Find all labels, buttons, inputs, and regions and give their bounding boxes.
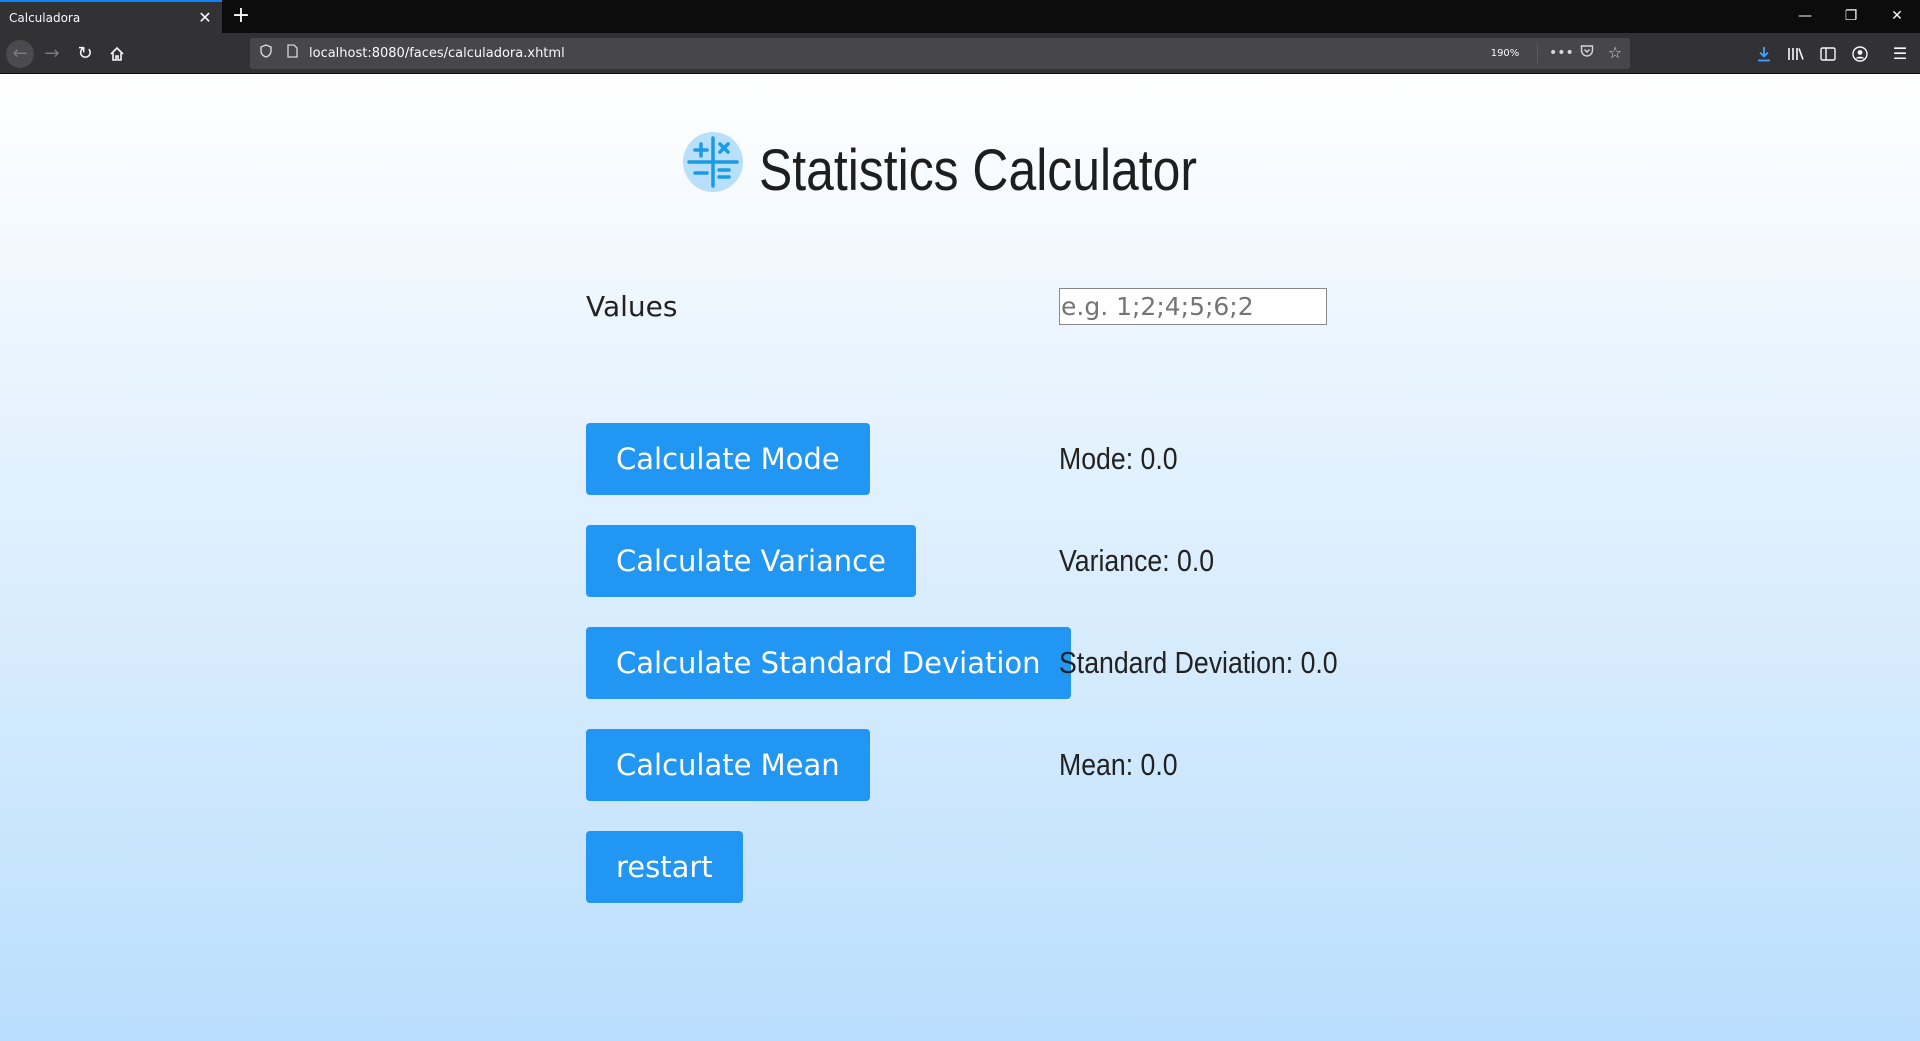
zoom-badge[interactable]: 190%	[1483, 44, 1527, 64]
hamburger-icon[interactable]: ☰	[1886, 40, 1914, 68]
reload-icon[interactable]: ↻	[71, 40, 99, 68]
calculate-standard-deviation-button[interactable]: Calculate Standard Deviation	[586, 627, 1071, 699]
arrow-right-icon[interactable]: →	[38, 40, 66, 68]
address-bar[interactable]: localhost:8080/faces/calculadora.xhtml 1…	[250, 38, 1630, 69]
library-icon[interactable]	[1782, 40, 1810, 68]
pocket-icon[interactable]	[1578, 44, 1596, 62]
pocket-icon-glyph	[1580, 45, 1594, 57]
calculate-mean-button[interactable]: Calculate Mean	[586, 729, 870, 801]
navigation-toolbar: ← → ↻ localhost:8080/faces/calculadora.x…	[0, 33, 1920, 74]
ellipsis-icon[interactable]: •••	[1549, 44, 1574, 62]
restore-icon[interactable]: ❐	[1828, 0, 1874, 33]
tab-calculadora[interactable]: Calculadora ✕	[0, 0, 222, 33]
page-icon[interactable]	[283, 44, 301, 62]
variance-result: Variance: 0.0	[1059, 543, 1215, 578]
minimize-icon[interactable]: —	[1782, 0, 1828, 33]
library-icon-glyph	[1788, 48, 1804, 60]
page-title: Statistics Calculator	[759, 138, 1197, 203]
url-separator	[1537, 44, 1538, 63]
page-content: Statistics Calculator Values Calculate M…	[0, 74, 1920, 1041]
shield-icon-glyph	[260, 44, 272, 58]
standard-deviation-result: Standard Deviation: 0.0	[1059, 645, 1338, 680]
account-icon-glyph	[1852, 46, 1868, 62]
download-icon[interactable]	[1750, 40, 1778, 68]
home-icon-glyph	[110, 46, 124, 61]
mode-result: Mode: 0.0	[1059, 441, 1178, 476]
sidebar-icon[interactable]	[1814, 40, 1842, 68]
page-icon-glyph	[286, 44, 298, 58]
calculate-mode-button[interactable]: Calculate Mode	[586, 423, 870, 495]
mean-result: Mean: 0.0	[1059, 747, 1178, 782]
restart-button[interactable]: restart	[586, 831, 743, 903]
tab-strip: Calculadora ✕ + — ❐ ✕	[0, 0, 1920, 33]
values-input[interactable]	[1059, 288, 1327, 325]
url-text[interactable]: localhost:8080/faces/calculadora.xhtml	[309, 46, 565, 61]
calculator-icon-glyph	[687, 136, 739, 188]
star-icon[interactable]: ☆	[1606, 44, 1624, 62]
window-close-icon[interactable]: ✕	[1874, 0, 1920, 33]
arrow-left-icon[interactable]: ←	[6, 40, 34, 68]
account-icon[interactable]	[1846, 40, 1874, 68]
values-label: Values	[586, 290, 678, 323]
plus-icon[interactable]: +	[229, 5, 253, 29]
sidebar-icon-glyph	[1820, 47, 1836, 61]
home-icon[interactable]	[103, 40, 131, 68]
calculate-variance-button[interactable]: Calculate Variance	[586, 525, 916, 597]
download-icon-glyph	[1758, 47, 1770, 62]
close-icon[interactable]: ✕	[196, 9, 214, 27]
calculator-icon	[683, 132, 743, 192]
tab-title: Calculadora	[9, 11, 81, 25]
shield-icon[interactable]	[257, 44, 275, 62]
